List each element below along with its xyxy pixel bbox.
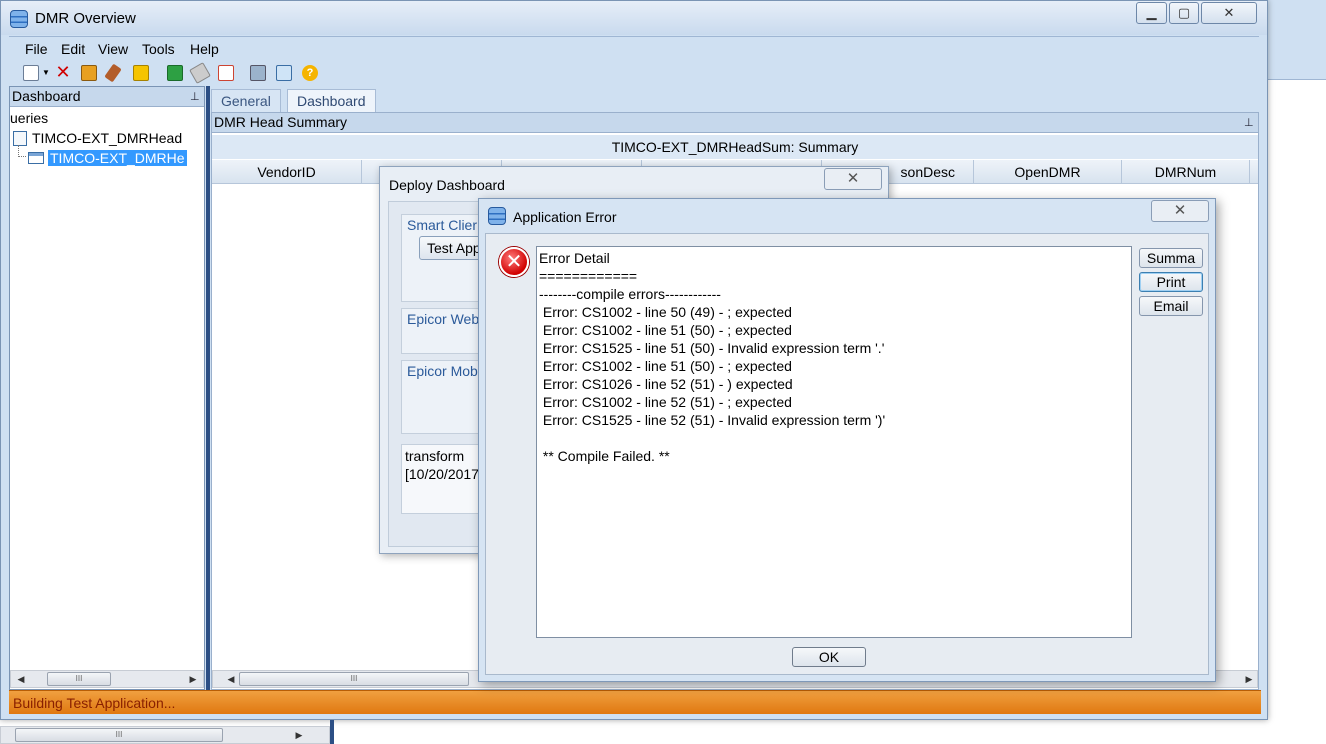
summary-panel-header: DMR Head Summary ⊥ [212, 113, 1258, 133]
column-header-vendorid[interactable]: VendorID [212, 160, 362, 184]
attach-icon[interactable] [104, 63, 122, 83]
grid-icon [28, 152, 44, 164]
new-dropdown-icon[interactable]: ▼ [42, 68, 50, 77]
print-icon[interactable] [250, 65, 266, 81]
column-header-opendmr[interactable]: OpenDMR [974, 160, 1122, 184]
scroll-right-arrow-icon[interactable]: ▶ [291, 727, 307, 743]
group-label: Epicor Mob [407, 363, 478, 379]
print-preview-icon[interactable] [276, 65, 292, 81]
tree-item-dmrhead[interactable]: TIMCO-EXT_DMRHead [13, 130, 182, 146]
dashboard-tree-pane: Dashboard ⊥ ueries TIMCO-EXT_DMRHead TIM… [9, 86, 205, 690]
window-title: DMR Overview [35, 10, 136, 27]
background-scrollbar[interactable]: III ▶ [0, 726, 330, 744]
deploy-dialog-title: Deploy Dashboard [389, 177, 505, 193]
error-line: Error Detail [539, 250, 610, 266]
tree-connector [18, 145, 26, 157]
menu-help[interactable]: Help [190, 41, 219, 57]
summary-button[interactable]: Summa [1139, 248, 1203, 268]
pane-splitter[interactable] [206, 86, 210, 690]
tab-general[interactable]: General [211, 89, 281, 113]
help-icon[interactable]: ? [302, 65, 318, 81]
error-line: Error: CS1002 - line 50 (49) - ; expecte… [539, 304, 792, 320]
error-detail-textbox[interactable]: Error Detail ============ --------compil… [536, 246, 1132, 638]
status-bar: Building Test Application... [9, 690, 1261, 714]
edit-icon[interactable] [218, 65, 234, 81]
menu-edit[interactable]: Edit [61, 41, 85, 57]
app-logo-icon [488, 207, 506, 225]
print-button[interactable]: Print [1139, 272, 1203, 292]
ok-button[interactable]: OK [792, 647, 866, 667]
dashboard-pane-title: Dashboard [12, 88, 81, 104]
application-error-dialog: Application Error ✕ ✕ Error Detail =====… [478, 198, 1216, 682]
dashboard-pane-header: Dashboard ⊥ [10, 87, 204, 107]
app-logo-icon [10, 10, 28, 28]
tree-item-label: ueries [10, 110, 49, 126]
query-icon [13, 131, 27, 146]
error-icon: ✕ [499, 247, 529, 277]
new-icon[interactable] [23, 65, 39, 81]
email-button[interactable]: Email [1139, 296, 1203, 316]
error-dialog-title: Application Error [513, 209, 617, 225]
scroll-thumb[interactable]: III [239, 672, 469, 686]
left-pane-scrollbar[interactable]: ◀ III ▶ [10, 670, 204, 688]
error-line: Error: CS1002 - line 51 (50) - ; expecte… [539, 322, 792, 338]
error-line: Error: CS1525 - line 51 (50) - Invalid e… [539, 340, 885, 356]
background-window-edge [1268, 0, 1326, 80]
error-line: ============ [539, 268, 638, 284]
menu-view[interactable]: View [98, 41, 128, 57]
pin-icon[interactable]: ⊥ [1244, 116, 1254, 129]
group-label: Epicor Web [407, 311, 480, 327]
refresh-icon[interactable] [167, 65, 183, 81]
tree-item-label: TIMCO-EXT_DMRHead [32, 130, 183, 146]
error-line: ** Compile Failed. ** [539, 448, 670, 464]
scroll-right-arrow-icon[interactable]: ▶ [185, 671, 201, 687]
error-line: Error: CS1002 - line 52 (51) - ; expecte… [539, 394, 792, 410]
open-folder-icon[interactable] [133, 65, 149, 81]
toolbar: ▼ ✕ ? [9, 60, 1259, 86]
error-line: Error: CS1525 - line 52 (51) - Invalid e… [539, 412, 886, 428]
background-splitter [330, 720, 334, 744]
error-dialog-close-button[interactable]: ✕ [1151, 200, 1209, 222]
save-icon[interactable] [81, 65, 97, 81]
menu-tools[interactable]: Tools [142, 41, 175, 57]
title-bar[interactable]: DMR Overview ▁ ▢ ✕ [1, 1, 1267, 35]
error-line: Error: CS1002 - line 51 (50) - ; expecte… [539, 358, 792, 374]
scroll-left-arrow-icon[interactable]: ◀ [223, 671, 239, 687]
status-text: Building Test Application... [13, 695, 176, 711]
menu-file[interactable]: File [25, 41, 48, 57]
error-dialog-body: ✕ Error Detail ============ --------comp… [485, 233, 1209, 675]
tree-item-queries[interactable]: ueries [10, 110, 48, 126]
tab-strip: General Dashboard [211, 86, 1261, 113]
summary-panel-title: DMR Head Summary [214, 114, 348, 130]
group-label: Smart Clier [407, 217, 478, 233]
menu-bar: File Edit View Tools Help [9, 36, 1259, 60]
column-header-dmrnum[interactable]: DMRNum [1122, 160, 1250, 184]
close-button[interactable]: ✕ [1201, 2, 1257, 24]
delete-icon[interactable]: ✕ [55, 63, 71, 81]
error-line: --------compile errors------------ [539, 286, 721, 302]
tree-item-label: TIMCO-EXT_DMRHe [48, 150, 187, 166]
scroll-thumb[interactable]: III [47, 672, 111, 686]
tab-dashboard[interactable]: Dashboard [287, 89, 376, 113]
deploy-dialog-close-button[interactable]: ✕ [824, 168, 882, 190]
grid-caption: TIMCO-EXT_DMRHeadSum: Summary [212, 135, 1258, 159]
clear-icon[interactable] [189, 62, 211, 84]
pin-icon[interactable]: ⊥ [190, 90, 200, 103]
tree-item-dmrhe-selected[interactable]: TIMCO-EXT_DMRHe [28, 150, 187, 166]
minimize-button[interactable]: ▁ [1136, 2, 1167, 24]
scroll-right-arrow-icon[interactable]: ▶ [1241, 671, 1257, 687]
scroll-thumb[interactable]: III [15, 728, 223, 742]
error-line: Error: CS1026 - line 52 (51) - ) expecte… [539, 376, 793, 392]
scroll-left-arrow-icon[interactable]: ◀ [13, 671, 29, 687]
maximize-button[interactable]: ▢ [1169, 2, 1199, 24]
